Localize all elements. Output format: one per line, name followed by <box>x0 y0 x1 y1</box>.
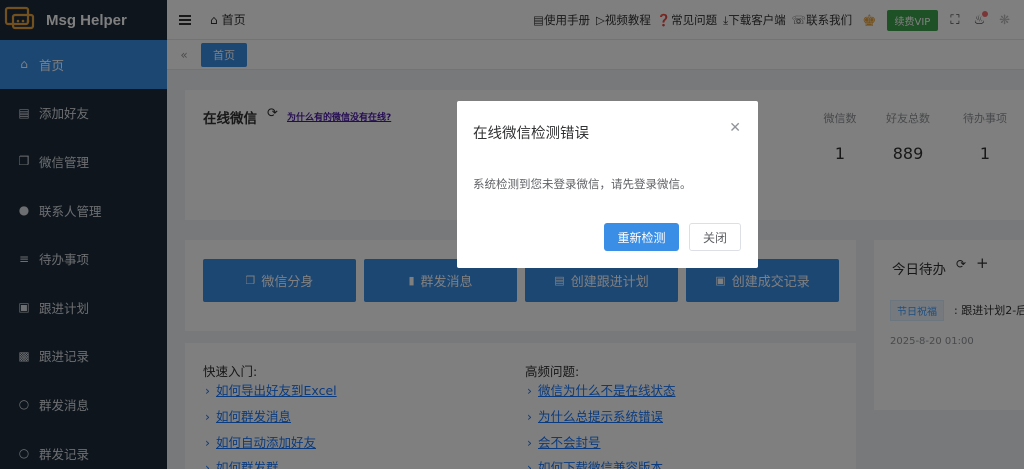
close-icon[interactable]: ✕ <box>729 120 741 136</box>
error-dialog: 在线微信检测错误 ✕ 系统检测到您未登录微信，请先登录微信。 重新检测 关闭 <box>457 101 758 268</box>
dialog-message: 系统检测到您未登录微信，请先登录微信。 <box>473 177 692 191</box>
dialog-title: 在线微信检测错误 <box>473 126 589 142</box>
close-button[interactable]: 关闭 <box>689 223 741 251</box>
recheck-button[interactable]: 重新检测 <box>604 223 679 251</box>
